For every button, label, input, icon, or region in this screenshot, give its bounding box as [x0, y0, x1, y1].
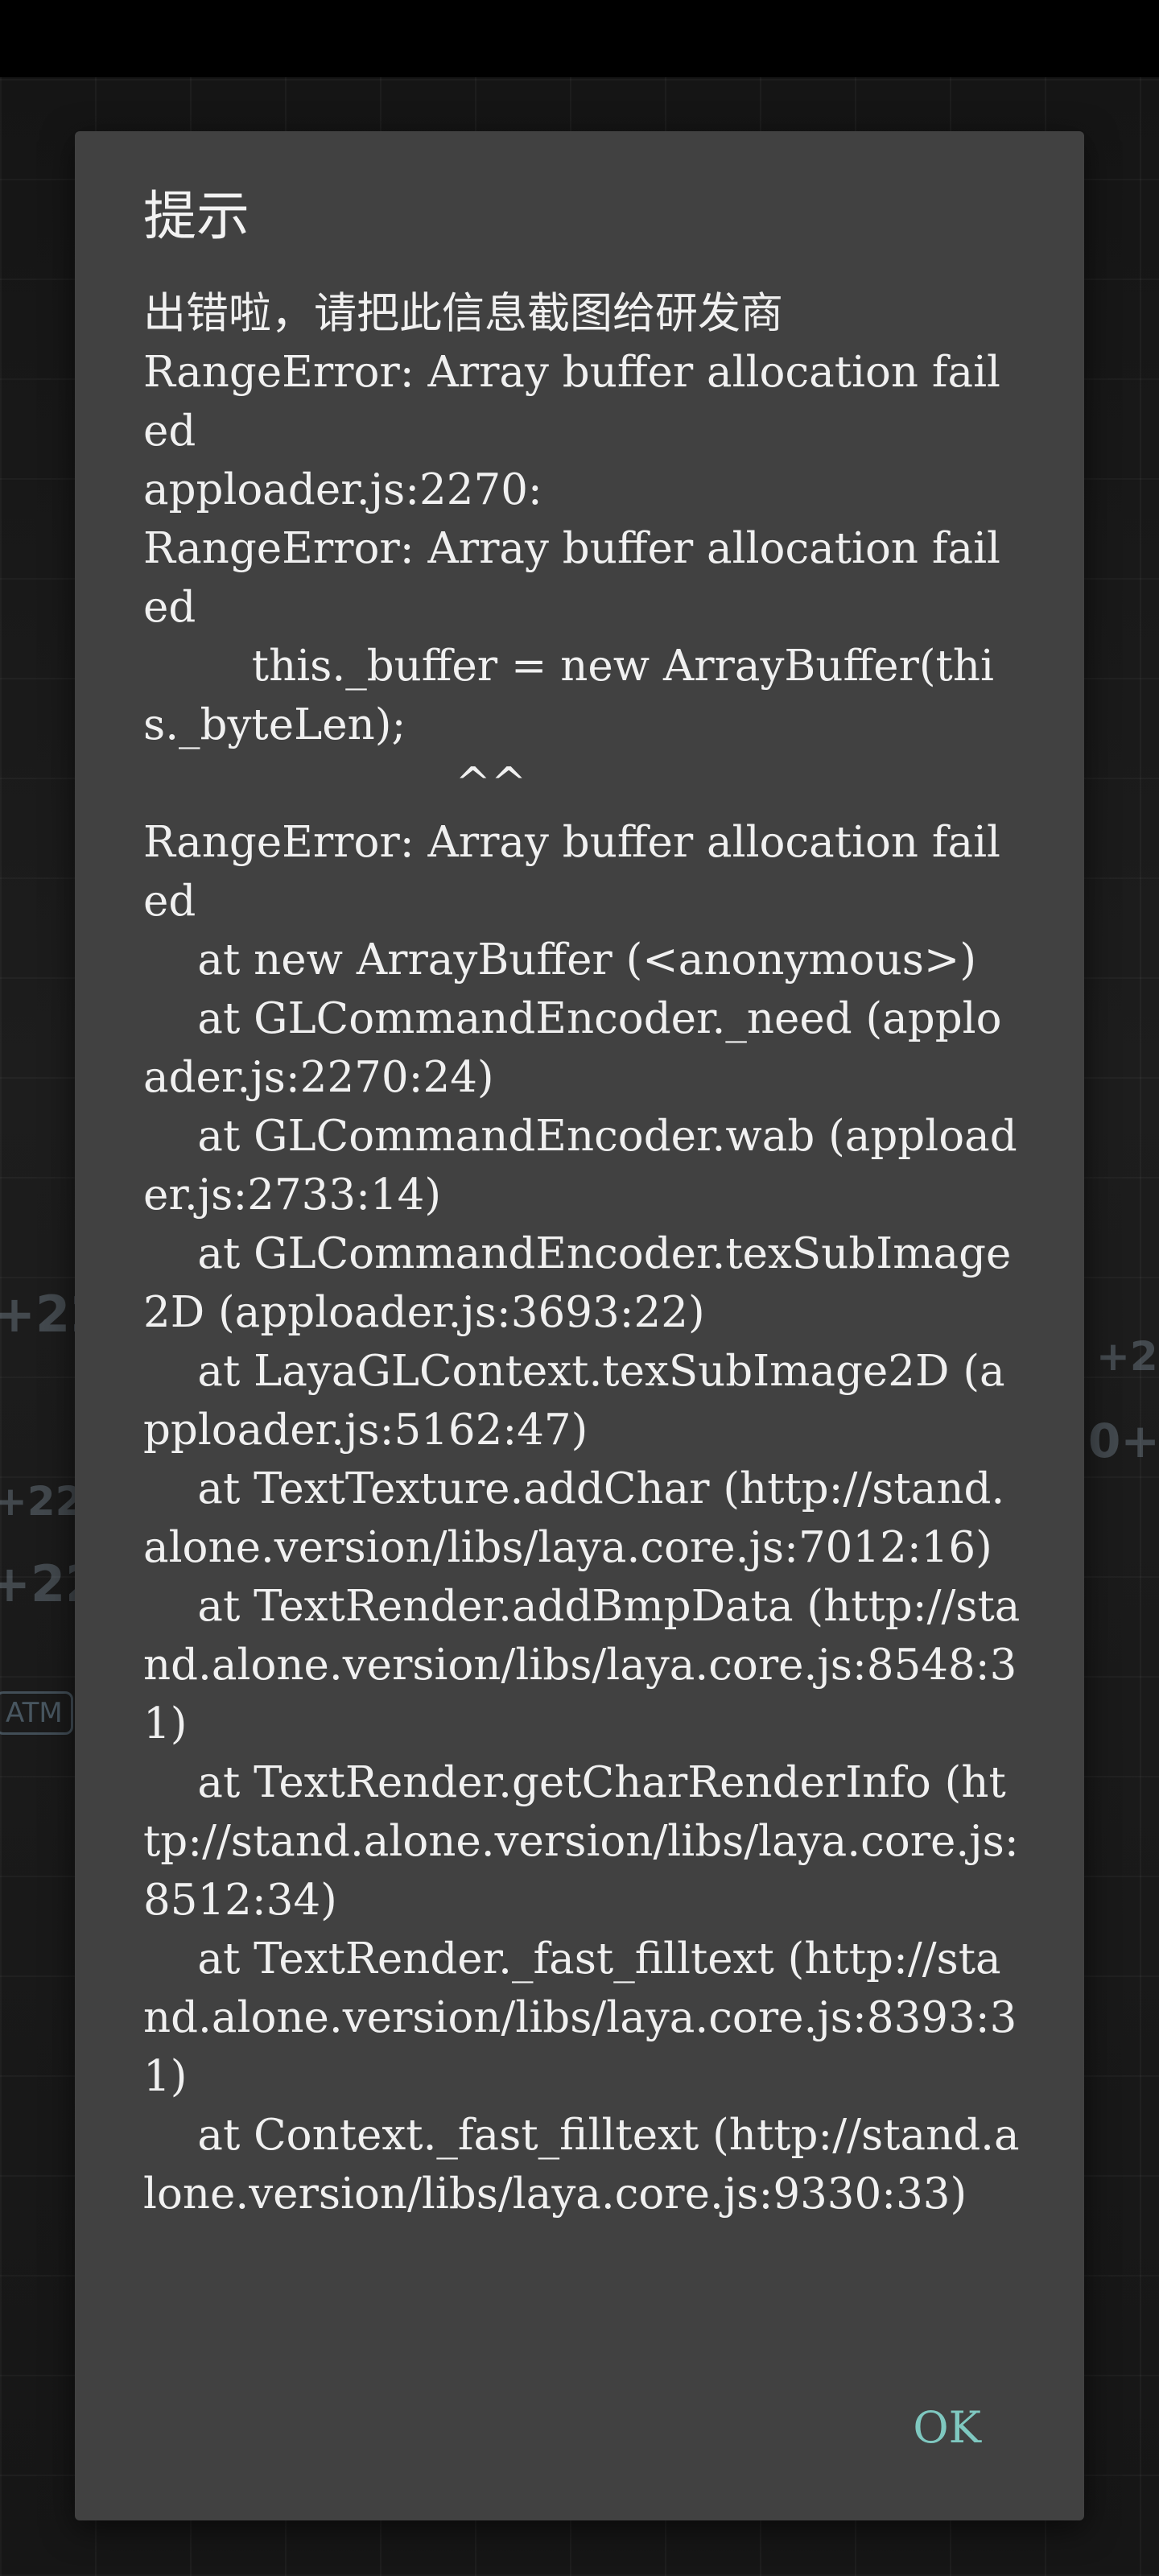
bg-number: 0+2 [1088, 1414, 1159, 1468]
dialog-title: 提示 [143, 185, 250, 247]
bg-number: +22 [0, 1478, 84, 1525]
status-bar [0, 0, 1159, 77]
error-message: 出错啦，请把此信息截图给研发商 RangeError: Array buffer… [143, 289, 1021, 2219]
bg-number: +2 [1096, 1333, 1158, 1380]
bg-atm-badge: ATM [0, 1691, 73, 1735]
ok-button[interactable]: OK [897, 2394, 997, 2461]
error-dialog: 提示 出错啦，请把此信息截图给研发商 RangeError: Array buf… [75, 131, 1084, 2520]
